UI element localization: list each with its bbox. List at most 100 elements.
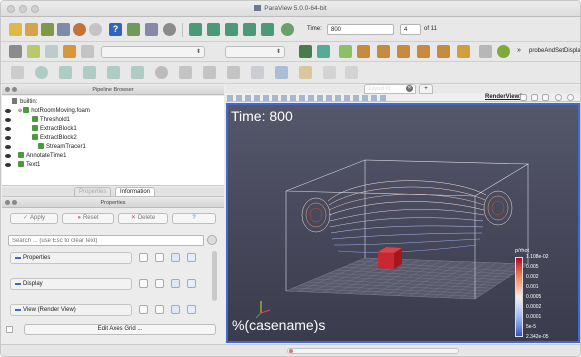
extract-level-filter-icon[interactable] (251, 66, 264, 79)
render-view[interactable]: Time: 800 %(casename)s p/rhot 1.108e-02 … (226, 103, 580, 343)
reload-icon[interactable] (171, 279, 180, 288)
tab-information[interactable]: Information (115, 187, 156, 197)
add-layout-tab[interactable]: + (419, 84, 433, 94)
paste-icon[interactable] (155, 279, 164, 288)
help-button[interactable]: ? (172, 213, 216, 224)
set-view-plus-y-icon[interactable] (377, 45, 390, 58)
server-connect-icon[interactable] (127, 23, 140, 36)
visibility-eye-icon[interactable] (5, 163, 11, 167)
reset-button[interactable]: ● Reset (62, 213, 114, 224)
open-file-icon[interactable] (9, 23, 22, 36)
tree-item-threshold1[interactable]: Threshold1 (32, 116, 70, 124)
variable-select[interactable]: ⬍ (101, 46, 205, 58)
color-map-editor-icon[interactable] (27, 45, 40, 58)
save-state-icon[interactable] (25, 23, 38, 36)
more-toolbar-icon[interactable]: » (517, 47, 521, 54)
split-horizontal-icon[interactable] (520, 94, 527, 101)
section-display[interactable]: Display (10, 278, 132, 290)
visibility-eye-icon[interactable] (5, 127, 11, 131)
pick-center-icon[interactable] (145, 23, 158, 36)
visibility-eye-icon[interactable] (5, 154, 11, 158)
reset-camera-icon[interactable] (299, 45, 312, 58)
apply-button[interactable]: ✓ Apply (10, 213, 58, 224)
next-frame-icon[interactable] (243, 23, 256, 36)
section-view[interactable]: View (Render View) (10, 304, 132, 316)
copy-icon[interactable] (139, 279, 148, 288)
help-icon[interactable]: ? (109, 23, 122, 36)
macro-probe-button[interactable]: probeAndSetDisplay (529, 48, 580, 54)
annotate-filter-icon[interactable] (299, 66, 312, 79)
set-view-plus-x-icon[interactable] (339, 45, 352, 58)
calculator-filter-icon[interactable] (11, 66, 24, 79)
interpolate-icon[interactable] (45, 45, 58, 58)
load-state-icon[interactable] (41, 23, 54, 36)
representation-select[interactable]: ⬍ (225, 46, 285, 58)
tree-item-hotroommoving[interactable]: ⊖ hotRoomMoving.foam (18, 107, 90, 115)
properties-scrollbar[interactable] (212, 251, 217, 301)
close-panel-icon[interactable] (5, 87, 10, 92)
maximize-view-icon[interactable] (542, 94, 549, 101)
view-tools-icon[interactable] (227, 95, 387, 101)
reload-icon[interactable] (171, 305, 180, 314)
previous-frame-icon[interactable] (207, 23, 220, 36)
visibility-eye-icon[interactable] (5, 109, 11, 113)
paste-icon[interactable] (155, 305, 164, 314)
tree-item-builtin[interactable]: builtin: (12, 98, 37, 106)
search-settings-icon[interactable] (207, 235, 217, 245)
view-settings-icon[interactable] (555, 94, 562, 101)
split-vertical-icon[interactable] (531, 94, 538, 101)
loop-icon[interactable] (281, 23, 294, 36)
custom-range-icon[interactable] (81, 45, 94, 58)
save-default-icon[interactable] (187, 253, 196, 262)
save-data-icon[interactable] (57, 23, 70, 36)
close-panel-icon[interactable] (5, 200, 10, 205)
time-field[interactable]: 800 (327, 24, 394, 35)
close-layout-icon[interactable]: ✕ (406, 85, 413, 92)
redo-icon[interactable] (89, 23, 102, 36)
delete-button[interactable]: ✕ Delete (118, 213, 168, 224)
copy-icon[interactable] (139, 305, 148, 314)
first-frame-icon[interactable] (189, 23, 202, 36)
camera-link-icon[interactable] (163, 23, 176, 36)
properties-search-input[interactable] (8, 235, 204, 246)
collapse-icon[interactable]: ⊖ (18, 108, 22, 114)
clip-filter-icon[interactable] (59, 66, 72, 79)
paste-icon[interactable] (155, 253, 164, 262)
copy-icon[interactable] (139, 253, 148, 262)
plot-over-line-icon[interactable] (275, 66, 288, 79)
python-settings-icon[interactable] (497, 45, 510, 58)
last-frame-icon[interactable] (261, 23, 274, 36)
threshold-filter-icon[interactable] (107, 66, 120, 79)
rotate-90-icon[interactable] (457, 45, 470, 58)
tree-item-annotatetime1[interactable]: AnnotateTime1 (18, 152, 66, 160)
tree-item-streamtracer1[interactable]: StreamTracer1 (38, 143, 86, 151)
axes-grid-checkbox[interactable] (6, 326, 13, 333)
visibility-eye-icon[interactable] (5, 145, 11, 149)
set-view-plus-z-icon[interactable] (417, 45, 430, 58)
visibility-eye-icon[interactable] (5, 136, 11, 140)
zoom-to-data-icon[interactable] (317, 45, 330, 58)
close-view-icon[interactable] (567, 94, 574, 101)
set-view-minus-z-icon[interactable] (437, 45, 450, 58)
group-filter-icon[interactable] (227, 66, 240, 79)
tree-item-extractblock1[interactable]: ExtractBlock1 (32, 125, 77, 133)
find-data-icon[interactable] (9, 45, 22, 58)
tree-item-text1[interactable]: Text1 (18, 161, 40, 169)
temporal-filter-icon[interactable] (345, 66, 358, 79)
visibility-eye-icon[interactable] (5, 118, 11, 122)
contour-filter-icon[interactable] (35, 66, 48, 79)
float-panel-icon[interactable] (12, 200, 17, 205)
tree-item-extractblock2[interactable]: ExtractBlock2 (32, 134, 77, 142)
tab-properties[interactable]: Properties (74, 187, 112, 197)
play-icon[interactable] (225, 23, 238, 36)
slice-filter-icon[interactable] (83, 66, 96, 79)
edit-axes-grid-button[interactable]: Edit Axes Grid ... (24, 324, 216, 335)
integrate-filter-icon[interactable] (323, 66, 336, 79)
section-properties[interactable]: Properties (10, 252, 132, 264)
set-view-minus-y-icon[interactable] (397, 45, 410, 58)
timestep-spinbox[interactable]: 4 (400, 24, 421, 35)
set-view-minus-x-icon[interactable] (357, 45, 370, 58)
warp-filter-icon[interactable] (203, 66, 216, 79)
python-shell-icon[interactable] (479, 45, 492, 58)
undo-icon[interactable] (73, 23, 86, 36)
